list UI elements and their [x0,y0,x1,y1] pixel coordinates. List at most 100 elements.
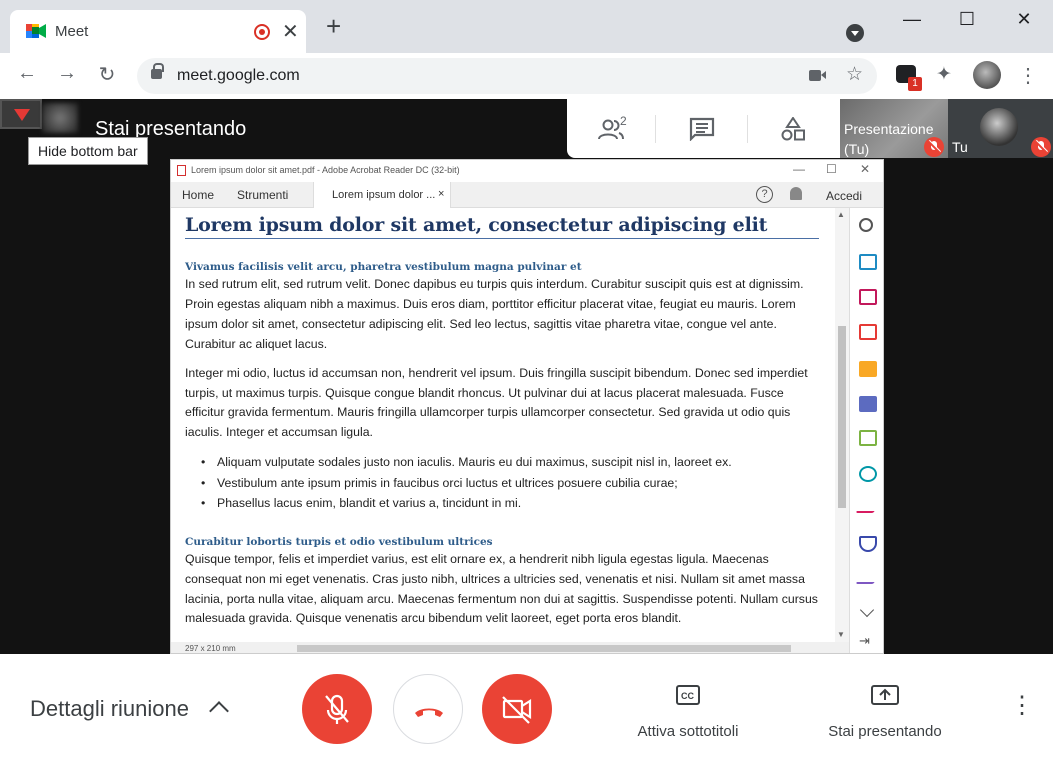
notifications-bell-icon[interactable] [790,187,802,200]
organize-pages-icon[interactable] [859,289,877,305]
meeting-details-button[interactable]: Dettagli riunione [30,696,189,722]
separator [747,115,748,143]
vertical-scrollbar[interactable]: ▲ ▼ [835,208,849,642]
paragraph-2: Integer mi odio, luctus id accumsan non,… [185,365,808,440]
tab-search-icon[interactable] [846,24,864,42]
mic-off-icon [325,694,349,724]
request-signature-icon[interactable] [855,572,881,584]
url-text[interactable]: meet.google.com [177,67,300,85]
self-tile-name: Tu [952,139,968,155]
collapse-pane-icon[interactable]: ⇥ [859,634,877,650]
reload-button[interactable]: ↻ [95,62,119,87]
acrobat-status-bar: 297 x 210 mm [171,642,849,653]
captions-label: Attiva sottotitoli [637,723,739,740]
self-avatar [980,108,1018,146]
present-button[interactable]: Stai presentando [811,684,959,740]
self-tile[interactable]: Tu [948,99,1053,158]
menu-home[interactable]: Home [182,188,214,202]
document-title: Lorem ipsum dolor sit amet, consectetur … [185,208,819,239]
help-icon[interactable]: ? [756,186,773,203]
export-pdf-icon[interactable] [859,254,877,270]
browser-tab-strip: Meet ✕ + — ☐ ✕ [0,0,1053,53]
zoom-icon[interactable] [859,218,873,232]
maximize-button[interactable]: ☐ [944,6,990,32]
pdf-content: Lorem ipsum dolor sit amet, consectetur … [185,208,819,629]
camera-off-icon [502,696,532,724]
scroll-down-icon[interactable]: ▼ [837,630,845,639]
paragraph-3: Quisque tempor, felis et imperdiet variu… [185,551,818,626]
extensions-puzzle-icon[interactable]: ✦ [936,63,952,86]
scroll-up-icon[interactable]: ▲ [837,210,845,219]
extension-icon[interactable]: 1 [896,65,922,91]
profile-avatar[interactable] [973,61,1001,89]
sign-in-link[interactable]: Accedi [826,189,862,203]
page-dimensions: 297 x 210 mm [185,644,236,653]
microphone-toggle-button[interactable] [302,674,372,744]
present-label: Stai presentando [828,723,942,740]
scroll-thumb[interactable] [838,326,846,508]
people-count: 2 [620,114,627,128]
send-for-review-icon[interactable] [859,466,877,482]
hide-bottom-bar-button[interactable] [0,99,42,129]
captions-button[interactable]: CC Attiva sottotitoli [614,684,762,740]
bookmark-star-icon[interactable]: ☆ [846,63,863,86]
browser-menu-icon[interactable]: ⋮ [1018,63,1038,88]
browser-toolbar: ← → ↻ meet.google.com ☆ 1 ✦ ⋮ [0,53,1053,99]
extension-badge: 1 [908,77,922,91]
acrobat-minimize-button[interactable]: — [793,162,805,176]
camera-in-use-icon[interactable] [809,70,826,81]
bullet-item: Phasellus lacus enim, blandit et varius … [201,493,819,514]
lock-icon[interactable] [151,63,164,79]
tooltip: Hide bottom bar [28,137,148,165]
expand-tools-icon[interactable] [859,602,875,618]
svg-text:CC: CC [681,691,694,701]
meet-top-toolbar: 2 [567,99,840,158]
back-button[interactable]: ← [15,62,39,85]
document-tab-close-icon[interactable]: × [438,188,444,200]
forward-button[interactable]: → [55,62,79,85]
camera-toggle-button[interactable] [482,674,552,744]
acrobat-title-bar: Lorem ipsum dolor sit amet.pdf - Adobe A… [171,160,883,182]
address-bar[interactable]: meet.google.com ☆ [137,58,877,94]
bullet-list: Aliquam vulputate sodales justo non iacu… [201,452,819,514]
tab-close-icon[interactable]: ✕ [282,19,299,44]
comment-icon[interactable] [859,361,877,377]
leave-call-button[interactable] [393,674,463,744]
more-options-icon[interactable]: ⋮ [1010,694,1034,718]
acrobat-close-button[interactable]: ✕ [860,162,870,176]
meet-stage: Stai presentando Hide bottom bar 2 Prese… [0,99,1053,654]
self-muted-icon [1031,137,1051,157]
tools-pane: ⇥ [849,208,883,653]
create-pdf-icon[interactable] [859,324,877,340]
new-tab-button[interactable]: + [326,13,341,39]
menu-tools[interactable]: Strumenti [237,188,288,202]
activities-icon[interactable] [779,117,807,141]
window-close-button[interactable]: ✕ [1001,6,1047,32]
section-heading-1: Vivamus facilisis velit arcu, pharetra v… [185,261,582,273]
protect-icon[interactable] [859,536,877,552]
separator [655,115,656,143]
chevron-up-icon[interactable] [209,701,229,721]
acrobat-window-title: Lorem ipsum dolor sit amet.pdf - Adobe A… [191,165,460,175]
pdf-page: Lorem ipsum dolor sit amet, consectetur … [171,208,835,642]
edit-pdf-icon[interactable] [859,430,877,446]
google-meet-logo-icon [26,24,46,38]
browser-tab-meet[interactable]: Meet ✕ [10,10,306,53]
recording-indicator-icon [254,24,270,40]
bullet-item: Vestibulum ante ipsum primis in faucibus… [201,473,819,494]
minimize-button[interactable]: — [889,6,935,32]
acrobat-menu-bar: Home Strumenti Lorem ipsum dolor ... × ?… [171,182,883,208]
acrobat-maximize-button[interactable]: ☐ [826,162,837,176]
meet-bottom-bar: Dettagli riunione CC Attiva sottotitoli [0,654,1053,764]
present-screen-icon [871,685,899,705]
presentation-muted-icon [924,137,944,157]
chat-icon[interactable] [688,117,716,141]
section-heading-2: Curabitur lobortis turpis et odio vestib… [185,535,493,548]
horizontal-scroll-thumb[interactable] [297,645,791,652]
tab-title: Meet [55,23,89,40]
combine-files-icon[interactable] [859,396,877,412]
document-tab[interactable]: Lorem ipsum dolor ... × [313,182,451,208]
fill-sign-icon[interactable] [855,501,881,513]
presentation-tile[interactable]: Presentazione (Tu) [840,99,948,158]
hang-up-icon [415,708,443,717]
